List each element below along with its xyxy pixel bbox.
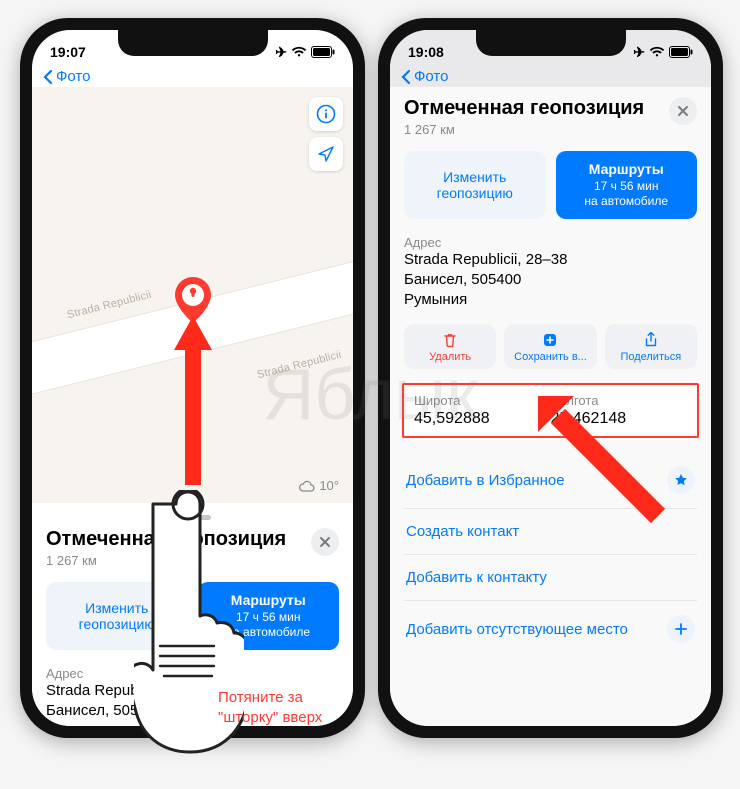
notch — [476, 30, 626, 56]
chevron-left-icon — [42, 69, 54, 85]
share-icon — [643, 332, 659, 348]
phone-left: 19:07 ✈︎ Фото Strada Republicii Strada R… — [20, 18, 365, 738]
airplane-icon: ✈︎ — [275, 44, 287, 61]
map[interactable]: Strada Republicii Strada Republicii 1 — [32, 87, 353, 503]
delete-button[interactable]: Удалить — [404, 324, 496, 369]
info-icon — [316, 104, 336, 124]
add-favorite-row[interactable]: Добавить в Избранное — [404, 452, 697, 509]
create-contact-row[interactable]: Создать контакт — [404, 509, 697, 555]
trash-icon — [442, 332, 458, 348]
routes-button[interactable]: Маршруты 17 ч 56 мин на автомобиле — [556, 151, 698, 219]
edit-location-button[interactable]: Изменить геопозицию — [46, 582, 188, 650]
address-label: Адрес — [404, 235, 697, 250]
longitude-label: Долгота — [551, 393, 688, 408]
status-time: 19:07 — [50, 44, 86, 60]
back-label: Фото — [414, 68, 448, 85]
close-icon — [677, 105, 689, 117]
add-to-contact-row[interactable]: Добавить к контакту — [404, 555, 697, 601]
back-button[interactable]: Фото — [390, 66, 711, 87]
routes-title: Маршруты — [204, 592, 334, 610]
close-button[interactable] — [669, 97, 697, 125]
address-line: Румыния — [404, 290, 697, 310]
longitude-value: 25,462148 — [551, 410, 688, 428]
close-button[interactable] — [311, 528, 339, 556]
map-info-button[interactable] — [309, 97, 343, 131]
plus-icon — [667, 615, 695, 643]
address-line: Банисел, 505400 — [404, 270, 697, 290]
routes-time: 17 ч 56 мин — [204, 610, 334, 625]
wifi-icon — [291, 46, 307, 58]
weather: 10° — [298, 478, 339, 493]
back-button[interactable]: Фото — [32, 66, 353, 87]
back-label: Фото — [56, 68, 90, 85]
routes-time: 17 ч 56 мин — [562, 179, 692, 194]
annotation-hint: Потяните за "шторку" вверх — [218, 688, 348, 727]
map-locate-button[interactable] — [309, 137, 343, 171]
address-label: Адрес — [46, 666, 339, 681]
routes-mode: на автомобиле — [562, 194, 692, 209]
share-button[interactable]: Поделиться — [605, 324, 697, 369]
cloud-icon — [298, 480, 316, 492]
add-missing-place-row[interactable]: Добавить отсутствующее место — [404, 601, 697, 657]
place-sheet-expanded[interactable]: Отмеченная геопозиция 1 267 км Изменить … — [390, 87, 711, 726]
latitude-value: 45,592888 — [414, 410, 551, 428]
battery-icon — [311, 46, 335, 58]
plus-square-icon — [542, 332, 558, 348]
location-arrow-icon — [317, 145, 335, 163]
battery-icon — [669, 46, 693, 58]
phone-right: 19:08 ✈︎ Фото Отмеченная геопозиция 1 26… — [378, 18, 723, 738]
routes-title: Маршруты — [562, 161, 692, 179]
save-button[interactable]: Сохранить в... — [504, 324, 596, 369]
close-icon — [319, 536, 331, 548]
wifi-icon — [649, 46, 665, 58]
status-time: 19:08 — [408, 44, 444, 60]
sheet-title: Отмеченная геопозиция — [404, 97, 644, 120]
sheet-title: Отмеченная геопозиция — [46, 528, 286, 551]
sheet-grabber[interactable] — [175, 515, 211, 520]
sheet-distance: 1 267 км — [46, 553, 286, 568]
airplane-icon: ✈︎ — [633, 44, 645, 61]
road-label: Strada Republicii — [256, 349, 343, 382]
map-pin[interactable] — [173, 277, 213, 338]
edit-location-button[interactable]: Изменить геопозицию — [404, 151, 546, 219]
routes-button[interactable]: Маршруты 17 ч 56 мин на автомобиле — [198, 582, 340, 650]
notch — [118, 30, 268, 56]
address-line: Strada Republicii, 28–38 — [404, 250, 697, 270]
chevron-left-icon — [400, 69, 412, 85]
star-icon — [667, 466, 695, 494]
routes-mode: на автомобиле — [204, 625, 334, 640]
sheet-distance: 1 267 км — [404, 122, 644, 137]
latitude-label: Широта — [414, 393, 551, 408]
coordinates-box: Широта 45,592888 Долгота 25,462148 — [402, 383, 699, 438]
